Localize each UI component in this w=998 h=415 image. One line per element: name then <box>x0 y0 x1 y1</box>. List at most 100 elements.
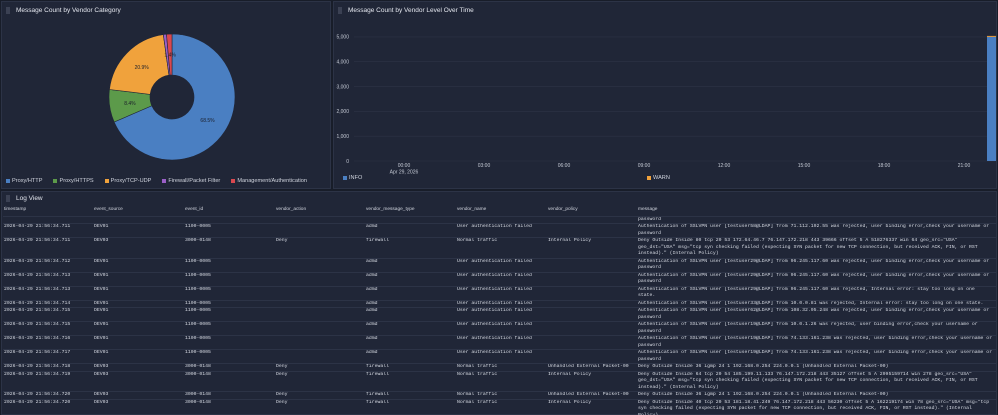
table-row[interactable]: 2026-04-29 21:56:34.715 DEV01 1100-0005 adm… <box>3 321 996 336</box>
table-cell: firewall <box>365 237 456 259</box>
table-cell <box>456 216 547 224</box>
column-header[interactable]: timestamp <box>3 203 93 217</box>
table-cell <box>275 349 365 364</box>
legend-item[interactable]: WARN <box>647 175 670 181</box>
table-cell <box>275 258 365 273</box>
legend-swatch <box>162 179 167 183</box>
panel-title: Message Count by Vendor Level Over Time <box>348 6 474 14</box>
table-cell <box>275 286 365 301</box>
y-tick-label: 4,000 <box>336 60 349 66</box>
table-cell: admd <box>365 321 456 336</box>
table-row[interactable]: 2026-04-29 21:56:34.713 DEV01 1100-0005 adm… <box>3 286 996 301</box>
table-cell: 2026-04-29 21:56:34.720 <box>3 391 93 400</box>
table-cell: 2026-04-29 21:56:34.711 <box>3 237 93 259</box>
table-row[interactable]: 2026-04-29 21:56:34.715 DEV01 1100-0005 adm… <box>3 307 996 322</box>
table-cell: 3000-0148 <box>184 363 275 372</box>
legend-item[interactable]: INFO <box>343 175 362 181</box>
table-cell: DEV03 <box>93 391 184 400</box>
bar-warn[interactable] <box>987 35 996 37</box>
table-row[interactable]: 2026-04-29 21:56:34.711 DEV03 3000-0148 Den… <box>3 237 996 259</box>
table-row[interactable]: 2026-04-29 21:56:34.719 DEV03 3000-0148 Den… <box>3 371 996 392</box>
table-cell: admd <box>365 307 456 322</box>
table-row[interactable]: password <box>3 216 996 224</box>
bar-info[interactable] <box>987 36 996 162</box>
legend-swatch <box>6 179 10 183</box>
table-cell: 2026-04-29 21:56:34.714 <box>3 300 93 308</box>
table-cell: User authentication failed <box>456 272 547 287</box>
table-row[interactable]: 2026-04-29 21:56:34.711 DEV01 1100-0005 adm… <box>3 223 996 238</box>
x-tick-label: 09:00 <box>638 163 651 169</box>
table-cell: DEV01 <box>93 321 184 336</box>
table-cell: Normal traffic <box>456 399 547 415</box>
table-cell <box>275 307 365 322</box>
table-row[interactable]: 2026-04-29 21:56:34.720 DEV03 3000-0148 Den… <box>3 391 996 400</box>
legend-item[interactable]: Proxy/HTTP <box>6 178 42 184</box>
drag-handle-icon[interactable] <box>338 6 342 14</box>
legend-label: Proxy/HTTPS <box>59 178 94 184</box>
column-header[interactable]: vendor_policy <box>547 203 637 217</box>
table-cell: admd <box>365 335 456 350</box>
table-cell: Internal Policy <box>547 399 637 415</box>
x-tick-label: 15:00 <box>798 163 811 169</box>
drag-handle-icon[interactable] <box>6 6 10 14</box>
table-cell: DEV03 <box>93 237 184 259</box>
table-cell: DEV01 <box>93 300 184 308</box>
x-tick-label: 06:00 <box>558 163 571 169</box>
table-cell <box>547 307 637 322</box>
table-row[interactable]: 2026-04-29 21:56:34.713 DEV01 1100-0005 adm… <box>3 272 996 287</box>
table-cell: Authentication of SSLVPN user [testuser1… <box>637 335 996 350</box>
table-cell <box>275 335 365 350</box>
legend-swatch <box>647 176 651 180</box>
table-cell <box>547 300 637 308</box>
table-cell: Normal traffic <box>456 363 547 372</box>
table-row[interactable]: 2026-04-29 21:56:34.714 DEV01 1100-0005 adm… <box>3 300 996 308</box>
x-tick-label: 03:00 <box>478 163 491 169</box>
table-cell <box>547 321 637 336</box>
pie-chart: 68.5% 8.4% 20.9% 1.4% <box>108 33 236 161</box>
bar-chart: 0 1,000 2,000 3,000 4,000 5,000 00:00Apr 29, 2… <box>336 35 996 176</box>
legend-item[interactable]: Proxy/HTTPS <box>53 178 94 184</box>
table-cell: Deny <box>275 363 365 372</box>
pie-panel-header: Message Count by Vendor Category <box>2 2 330 18</box>
table-cell <box>547 258 637 273</box>
pie-slice-label: 20.9% <box>135 65 150 71</box>
table-cell: Authentication of SSLVPN user [testuser2… <box>637 272 996 287</box>
table-cell: Normal traffic <box>456 237 547 259</box>
legend-item[interactable]: Proxy/TCP-UDP <box>104 178 151 184</box>
legend-item[interactable]: Management/Authentication <box>231 178 307 184</box>
table-cell: 2026-04-29 21:56:34.718 <box>3 363 93 372</box>
drag-handle-icon[interactable] <box>6 195 10 202</box>
table-header-row: timestamp event_source event_id vendor_acti… <box>3 203 996 217</box>
table-cell: Unhandled External Packet-00 <box>547 363 637 372</box>
table-cell <box>184 216 275 224</box>
table-cell: Normal traffic <box>456 371 547 392</box>
legend-item[interactable]: Firewall/Packet Filter <box>162 178 220 184</box>
table-row[interactable]: 2026-04-29 21:56:34.717 DEV01 1100-0005 adm… <box>3 349 996 364</box>
table-cell: 1100-0005 <box>184 321 275 336</box>
table-cell: 2026-04-29 21:56:34.719 <box>3 371 93 392</box>
column-header[interactable]: vendor_action <box>275 203 365 217</box>
legend-swatch <box>231 179 236 183</box>
x-tick-label: 12:00 <box>718 163 731 169</box>
column-header[interactable]: vendor_name <box>456 203 547 217</box>
table-row[interactable]: 2026-04-29 21:56:34.712 DEV01 1100-0005 adm… <box>3 258 996 273</box>
table-cell: User authentication failed <box>456 335 547 350</box>
column-header[interactable]: message <box>637 203 996 217</box>
table-row[interactable]: 2026-04-29 21:56:34.718 DEV03 3000-0148 Den… <box>3 363 996 372</box>
legend-swatch <box>343 176 347 180</box>
panel-title: Message Count by Vendor Category <box>16 6 121 14</box>
table-row[interactable]: 2026-04-29 21:56:34.716 DEV01 1100-0005 adm… <box>3 335 996 350</box>
column-header[interactable]: event_source <box>93 203 184 217</box>
table-row[interactable]: 2026-04-29 21:56:34.720 DEV03 3000-0148 Den… <box>3 399 996 415</box>
table-cell: DEV01 <box>93 349 184 364</box>
table-cell: Deny Outside Inside 80 tcp 20 53 172.64.… <box>637 237 996 259</box>
table-cell <box>3 216 93 224</box>
column-header[interactable]: event_id <box>184 203 275 217</box>
column-header[interactable]: vendor_message_type <box>365 203 456 217</box>
table-cell: 1100-0005 <box>184 349 275 364</box>
table-cell: firewall <box>365 399 456 415</box>
table-cell: firewall <box>365 391 456 400</box>
table-cell: 1100-0005 <box>184 258 275 273</box>
table-cell: 2026-04-29 21:56:34.711 <box>3 223 93 238</box>
table-cell: Deny <box>275 399 365 415</box>
